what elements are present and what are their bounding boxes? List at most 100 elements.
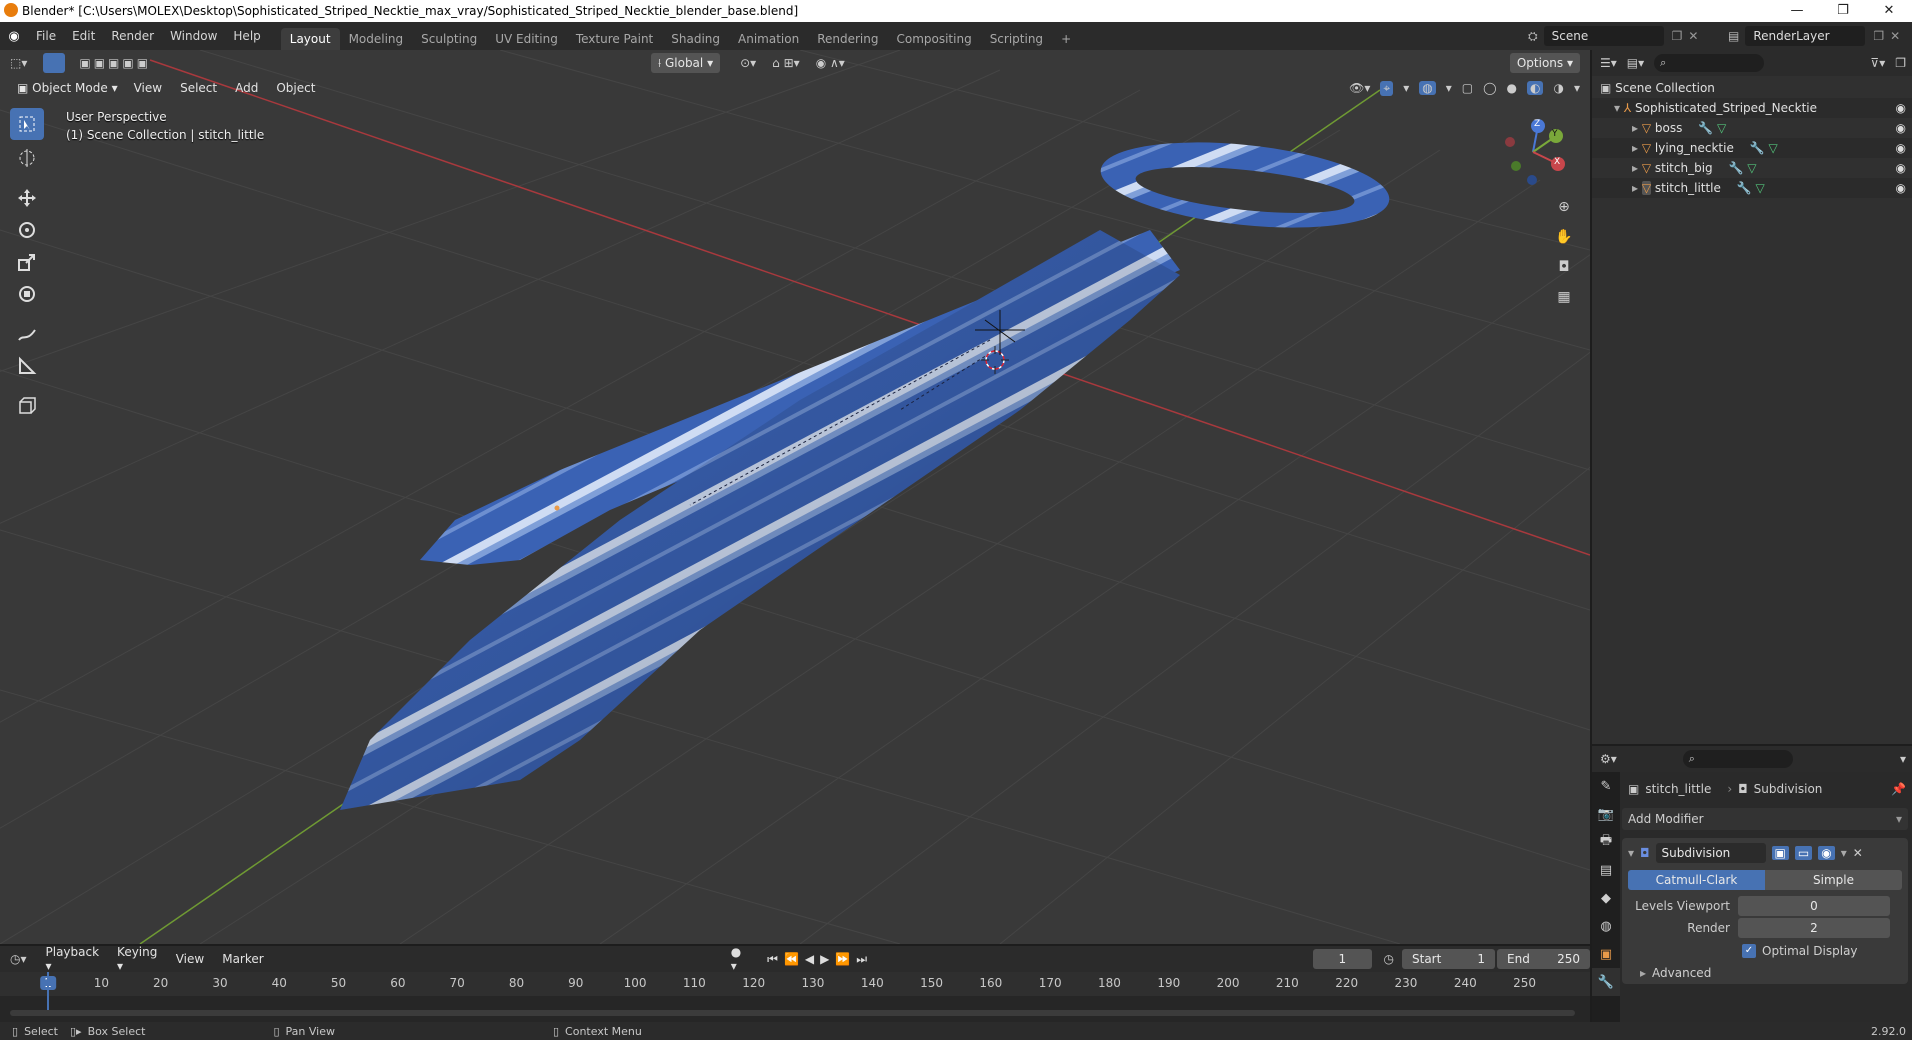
remove-modifier-icon[interactable]: ✕ bbox=[1853, 846, 1863, 860]
outliner-search-input[interactable]: ⌕ bbox=[1654, 54, 1765, 72]
tool-select-icon[interactable] bbox=[43, 53, 66, 73]
rotate-tool[interactable] bbox=[10, 214, 44, 246]
transform-orientation-dropdown[interactable]: ⟊ Global ▾ bbox=[651, 53, 721, 73]
levels-viewport-field[interactable]: 0 bbox=[1738, 896, 1890, 916]
viewport-menu-view[interactable]: View bbox=[125, 81, 171, 95]
tab-compositing[interactable]: Compositing bbox=[887, 28, 980, 50]
timeline-frames[interactable]: 1102030405060708090100110120130140150160… bbox=[0, 972, 1590, 1022]
add-workspace-button[interactable]: + bbox=[1052, 28, 1080, 50]
proportional-edit-icon[interactable]: ◉ ∧▾ bbox=[816, 56, 845, 70]
gizmo-toggle-icon[interactable]: ⌖ bbox=[1380, 80, 1394, 96]
viewport-menu-add[interactable]: Add bbox=[226, 81, 267, 95]
render-tab-icon[interactable]: 📷 bbox=[1592, 800, 1620, 828]
tab-layout[interactable]: Layout bbox=[280, 28, 340, 50]
display-mode-icon[interactable]: ▤▾ bbox=[1627, 56, 1644, 70]
close-window-button[interactable]: ✕ bbox=[1866, 0, 1912, 22]
outliner-row-lying-necktie[interactable]: ▸ ▽ lying_necktie 🔧 ▽ ◉ bbox=[1592, 138, 1912, 158]
tab-scripting[interactable]: Scripting bbox=[981, 28, 1052, 50]
world-tab-icon[interactable]: ◍ bbox=[1592, 912, 1620, 940]
properties-editor-icon[interactable]: ⚙▾ bbox=[1600, 752, 1617, 766]
options-dropdown[interactable]: Options ▾ bbox=[1509, 53, 1580, 73]
viewport-menu-object[interactable]: Object bbox=[267, 81, 324, 95]
outliner-row-stitch-big[interactable]: ▸ ▽ stitch_big 🔧 ▽ ◉ bbox=[1592, 158, 1912, 178]
properties-options-icon[interactable]: ▾ bbox=[1900, 752, 1906, 766]
render-levels-field[interactable]: 2 bbox=[1738, 918, 1890, 938]
playhead[interactable] bbox=[47, 972, 49, 1012]
material-shading-icon[interactable]: ◐ bbox=[1527, 81, 1544, 95]
properties-search-input[interactable]: ⌕ bbox=[1682, 750, 1793, 768]
visibility-eye-icon[interactable]: ◉ bbox=[1896, 118, 1906, 138]
expand-icon[interactable]: ▸ bbox=[1632, 141, 1642, 155]
outliner-row-scene-collection[interactable]: ▣ Scene Collection bbox=[1592, 78, 1912, 98]
playback-controls[interactable]: ⏮⏪◀▶⏩⏭ bbox=[767, 952, 873, 967]
add-modifier-dropdown[interactable]: Add Modifier ▾ bbox=[1622, 808, 1908, 830]
end-frame-field[interactable]: End 250 bbox=[1497, 949, 1590, 969]
visibility-eye-icon[interactable]: ◉ bbox=[1896, 138, 1906, 158]
snap-icon[interactable]: ⌂ ⊞▾ bbox=[772, 56, 800, 70]
auto-keying-icon[interactable]: ● ▾ bbox=[731, 945, 747, 973]
expand-collapse-icon[interactable]: ▾ bbox=[1614, 101, 1624, 115]
menu-file[interactable]: File bbox=[28, 22, 64, 50]
delete-view-layer-icon[interactable]: ✕ bbox=[1890, 29, 1900, 43]
solid-shading-icon[interactable]: ● bbox=[1507, 81, 1517, 95]
expand-icon[interactable]: ▸ bbox=[1632, 121, 1642, 135]
preview-range-icon[interactable]: ◷ bbox=[1384, 952, 1394, 966]
menu-help[interactable]: Help bbox=[225, 22, 268, 50]
start-frame-field[interactable]: Start 1 bbox=[1402, 949, 1495, 969]
menu-edit[interactable]: Edit bbox=[64, 22, 103, 50]
pan-hand-icon[interactable]: ✋ bbox=[1551, 224, 1577, 250]
timeline-menu-keying[interactable]: Keying ▾ bbox=[108, 945, 167, 973]
timeline-menu-marker[interactable]: Marker bbox=[213, 952, 272, 966]
expand-icon[interactable]: ▸ bbox=[1632, 161, 1642, 175]
timeline-scrollbar[interactable] bbox=[10, 1010, 1575, 1016]
add-cube-tool[interactable] bbox=[10, 390, 44, 422]
collapse-icon[interactable]: ▾ bbox=[1628, 846, 1634, 860]
editor-type-icon[interactable]: ⬚▾ bbox=[10, 56, 27, 70]
object-tab-icon[interactable]: ▣ bbox=[1592, 940, 1620, 968]
rendered-shading-icon[interactable]: ◑ bbox=[1553, 81, 1563, 95]
optimal-display-checkbox[interactable]: ✓ bbox=[1742, 944, 1756, 958]
viewport-toggle-icon[interactable]: ▭ bbox=[1794, 846, 1813, 860]
tool-tab-icon[interactable]: ✎ bbox=[1592, 772, 1620, 800]
maximize-button[interactable]: ❐ bbox=[1820, 0, 1866, 22]
outliner-row-boss[interactable]: ▸ ▽ boss 🔧 ▽ ◉ bbox=[1592, 118, 1912, 138]
catmull-clark-button[interactable]: Catmull-Clark bbox=[1628, 870, 1765, 890]
scene-name-field[interactable]: Scene bbox=[1543, 26, 1664, 46]
view-layer-field[interactable]: RenderLayer bbox=[1745, 26, 1866, 46]
pin-icon[interactable]: 📌 bbox=[1891, 782, 1906, 796]
view-layer-tab-icon[interactable]: ▤ bbox=[1592, 856, 1620, 884]
current-frame-field[interactable]: 1 bbox=[1313, 949, 1372, 969]
tab-sculpting[interactable]: Sculpting bbox=[412, 28, 486, 50]
menu-window[interactable]: Window bbox=[162, 22, 225, 50]
ortho-grid-icon[interactable]: ▦ bbox=[1551, 284, 1577, 310]
render-toggle-icon[interactable]: ◉ bbox=[1818, 846, 1835, 860]
menu-render[interactable]: Render bbox=[103, 22, 162, 50]
move-tool[interactable] bbox=[10, 182, 44, 214]
timeline-menu-view[interactable]: View bbox=[167, 952, 213, 966]
tab-shading[interactable]: Shading bbox=[662, 28, 729, 50]
outliner-row-collection[interactable]: ▾ ⅄ Sophisticated_Striped_Necktie ◉ bbox=[1592, 98, 1912, 118]
viewport-menu-select[interactable]: Select bbox=[171, 81, 226, 95]
timeline-editor-icon[interactable]: ◷▾ bbox=[10, 952, 27, 966]
delete-scene-icon[interactable]: ✕ bbox=[1688, 29, 1698, 43]
cursor-tool[interactable] bbox=[10, 142, 44, 174]
visibility-eye-icon[interactable]: ◉ bbox=[1896, 158, 1906, 178]
modifier-menu-icon[interactable]: ▾ bbox=[1841, 846, 1847, 860]
outliner-row-stitch-little[interactable]: ▸ ▽ stitch_little 🔧 ▽ ◉ bbox=[1592, 178, 1912, 198]
tab-animation[interactable]: Animation bbox=[729, 28, 808, 50]
new-collection-icon[interactable]: ❐ bbox=[1895, 56, 1906, 70]
scale-tool[interactable] bbox=[10, 246, 44, 278]
measure-tool[interactable] bbox=[10, 350, 44, 382]
tab-modeling[interactable]: Modeling bbox=[340, 28, 413, 50]
overlay-toggle-icon[interactable]: ◍ bbox=[1419, 81, 1436, 95]
annotate-tool[interactable] bbox=[10, 318, 44, 350]
scene-tab-icon[interactable]: ◆ bbox=[1592, 884, 1620, 912]
new-scene-icon[interactable]: ❐ bbox=[1672, 29, 1683, 43]
navigation-gizmo[interactable]: Z Y X bbox=[1496, 114, 1570, 190]
wireframe-shading-icon[interactable]: ◯ bbox=[1483, 81, 1496, 95]
tab-rendering[interactable]: Rendering bbox=[808, 28, 887, 50]
zoom-icon[interactable]: ⊕ bbox=[1551, 194, 1577, 220]
pivot-point-icon[interactable]: ⊙▾ bbox=[740, 56, 756, 70]
new-view-layer-icon[interactable]: ❐ bbox=[1873, 29, 1884, 43]
simple-button[interactable]: Simple bbox=[1765, 870, 1902, 890]
